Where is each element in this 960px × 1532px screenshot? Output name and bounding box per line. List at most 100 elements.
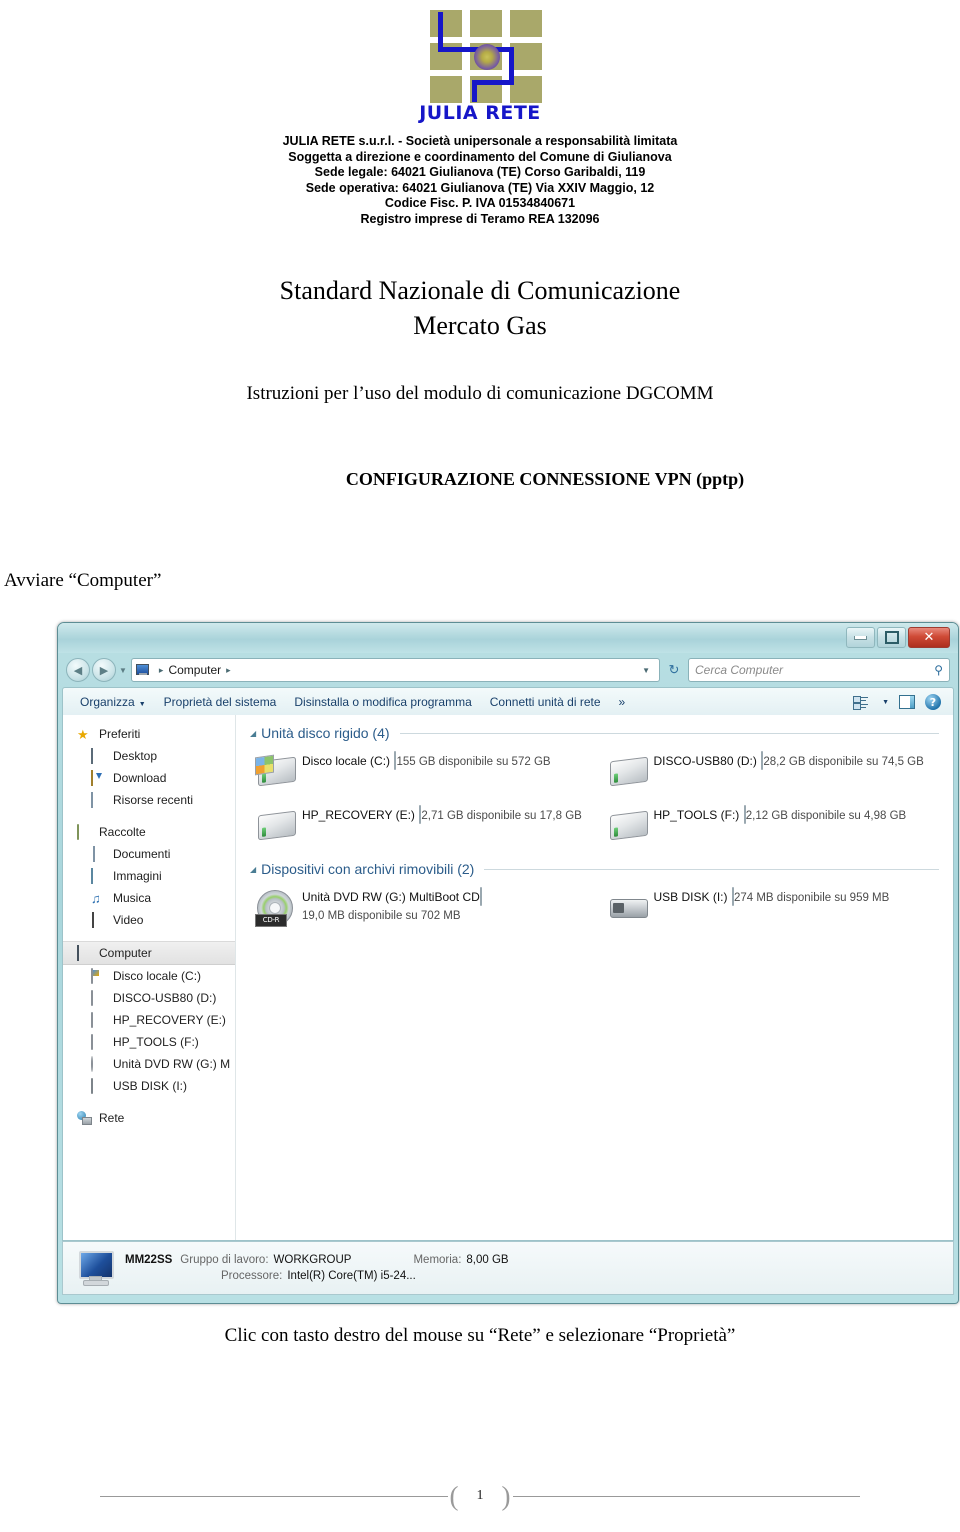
view-dropdown-icon[interactable]: ▼ <box>882 699 889 706</box>
search-box[interactable]: Cerca Computer ⚲ <box>688 658 950 682</box>
help-icon[interactable]: ? <box>925 694 941 710</box>
sidebar-label-hp-tools-f: HP_TOOLS (F:) <box>113 1035 199 1049</box>
drive-free-f: 2,12 GB disponibile su 4,98 GB <box>745 810 907 822</box>
sidebar-item-raccolte[interactable]: Raccolte <box>63 821 235 843</box>
documents-icon <box>91 845 107 862</box>
toolbar-overflow-button[interactable]: » <box>610 695 635 709</box>
drive-item-e[interactable]: HP_RECOVERY (E:) 2,71 GB disponibile su … <box>250 799 602 853</box>
window-controls: ✕ <box>846 627 950 648</box>
address-bar: ◀ ▶ ▼ ▸ Computer ▸ ▼ ↻ Cerca Computer ⚲ <box>58 653 958 687</box>
sidebar-item-preferiti[interactable]: ★ Preferiti <box>63 723 235 745</box>
instruction-footnote: Clic con tasto destro del mouse su “Rete… <box>224 1325 736 1346</box>
explorer-window: ✕ ◀ ▶ ▼ ▸ Computer ▸ ▼ ↻ Cerca Computer … <box>57 622 959 1304</box>
toolbar-item-organizza[interactable]: Organizza ▼ <box>71 695 155 709</box>
download-icon <box>91 769 107 786</box>
breadcrumb-separator-trailing[interactable]: ▸ <box>226 665 231 676</box>
group-header-removable[interactable]: ◢ Dispositivi con archivi rimovibili (2) <box>250 861 953 877</box>
sidebar-label-dvd-rw-g: Unità DVD RW (G:) M <box>113 1057 231 1071</box>
breadcrumb-separator-leading: ▸ <box>158 664 164 675</box>
sidebar-item-disco-usb80-d[interactable]: DISCO-USB80 (D:) <box>63 987 235 1009</box>
details-workgroup-label: Gruppo di lavoro: <box>180 1254 269 1266</box>
address-dropdown-icon[interactable]: ▼ <box>637 666 655 675</box>
video-icon <box>91 911 107 928</box>
company-line-3: Sede legale: 64021 Giulianova (TE) Corso… <box>314 165 646 179</box>
collapse-arrow-icon[interactable]: ◢ <box>250 865 256 874</box>
drive-free-d: 28,2 GB disponibile su 74,5 GB <box>763 756 924 768</box>
sidebar-item-hp-tools-f[interactable]: HP_TOOLS (F:) <box>63 1031 235 1053</box>
document-title: Standard Nazionale di Comunicazione Merc… <box>0 273 960 343</box>
sidebar-label-computer: Computer <box>99 946 152 960</box>
sidebar-item-risorse-recenti[interactable]: Risorse recenti <box>63 789 235 811</box>
drive-item-d[interactable]: DISCO-USB80 (D:) 28,2 GB disponibile su … <box>602 745 954 799</box>
command-toolbar: Organizza ▼ Proprietà del sistema Disinst… <box>62 687 954 716</box>
search-icon: ⚲ <box>934 663 943 677</box>
footer-rule-left <box>100 1495 448 1497</box>
drive-icon <box>254 805 298 845</box>
toolbar-item-proprieta-sistema[interactable]: Proprietà del sistema <box>155 695 286 709</box>
computer-monitor-icon <box>73 1249 117 1287</box>
details-memory-value: 8,00 GB <box>466 1254 509 1266</box>
content-pane: ◢ Unità disco rigido (4) Disco locale (C… <box>236 715 953 1240</box>
drive-item-f[interactable]: HP_TOOLS (F:) 2,12 GB disponibile su 4,9… <box>602 799 954 853</box>
toolbar-item-disinstalla[interactable]: Disinstalla o modifica programma <box>285 695 480 709</box>
sidebar-item-documenti[interactable]: Documenti <box>63 843 235 865</box>
group-rule <box>399 732 939 734</box>
breadcrumb-item-computer[interactable]: Computer <box>168 663 221 677</box>
details-computer-name: MM22SS <box>125 1254 173 1266</box>
sidebar-item-usb-disk-i[interactable]: USB DISK (I:) <box>63 1075 235 1097</box>
preview-pane-icon[interactable] <box>899 695 915 709</box>
sidebar-item-hp-recovery-e[interactable]: HP_RECOVERY (E:) <box>63 1009 235 1031</box>
sidebar-label-disco-usb80-d: DISCO-USB80 (D:) <box>113 991 217 1005</box>
back-button[interactable]: ◀ <box>66 658 90 682</box>
sidebar-item-immagini[interactable]: Immagini <box>63 865 235 887</box>
sidebar-label-risorse-recenti: Risorse recenti <box>113 793 194 807</box>
sidebar-label-immagini: Immagini <box>113 869 162 883</box>
drive-name-i: USB DISK (I:) <box>653 890 728 904</box>
sidebar-item-computer[interactable]: Computer <box>63 941 235 965</box>
drive-item-g[interactable]: CD-R Unità DVD RW (G:) MultiBoot CD 19,0… <box>250 881 602 935</box>
search-input[interactable]: Cerca Computer <box>695 663 934 677</box>
forward-button[interactable]: ▶ <box>92 658 116 682</box>
collapse-arrow-icon[interactable]: ◢ <box>250 729 256 738</box>
close-icon: ✕ <box>923 630 935 645</box>
drive-item-c[interactable]: Disco locale (C:) 155 GB disponibile su … <box>250 745 602 799</box>
drive-name-d: DISCO-USB80 (D:) <box>653 754 757 768</box>
sidebar-item-rete[interactable]: Rete <box>63 1107 235 1129</box>
document-title-line-2: Mercato Gas <box>413 311 547 340</box>
details-row-2: Processore: Intel(R) Core(TM) i5-24... <box>125 1268 509 1284</box>
details-processor-label: Processore: <box>221 1270 283 1282</box>
close-button[interactable]: ✕ <box>908 627 950 648</box>
sidebar-item-dvd-rw-g[interactable]: Unità DVD RW (G:) M <box>63 1053 235 1075</box>
explorer-body: ★ Preferiti Desktop Download Risorse rec… <box>62 715 954 1241</box>
sidebar-item-video[interactable]: Video <box>63 909 235 931</box>
drive-item-i[interactable]: USB DISK (I:) 274 MB disponibile su 959 … <box>602 881 954 935</box>
drive-icon <box>606 805 650 845</box>
breadcrumb-bar[interactable]: ▸ Computer ▸ ▼ <box>130 658 660 682</box>
sidebar-item-desktop[interactable]: Desktop <box>63 745 235 767</box>
history-dropdown-icon[interactable]: ▼ <box>119 666 127 675</box>
pictures-icon <box>91 867 107 884</box>
toolbar-item-connetti-unita-rete[interactable]: Connetti unità di rete <box>481 695 610 709</box>
sidebar-label-musica: Musica <box>113 891 152 905</box>
refresh-button[interactable]: ↻ <box>664 660 684 680</box>
group-header-hard-drives[interactable]: ◢ Unità disco rigido (4) <box>250 725 953 741</box>
logo-wordmark: JULIA RETE <box>419 102 541 124</box>
drive-name-c: Disco locale (C:) <box>302 754 391 768</box>
details-processor-value: Intel(R) Core(TM) i5-24... <box>287 1270 416 1282</box>
change-view-icon[interactable] <box>853 695 869 710</box>
sidebar-item-download[interactable]: Download <box>63 767 235 789</box>
drive-grid-removable: CD-R Unità DVD RW (G:) MultiBoot CD 19,0… <box>250 881 953 935</box>
libraries-icon <box>77 823 93 840</box>
sidebar-item-musica[interactable]: ♫ Musica <box>63 887 235 909</box>
drive-free-i: 274 MB disponibile su 959 MB <box>733 892 890 904</box>
star-icon: ★ <box>77 726 89 742</box>
toolbar-label-organizza: Organizza <box>80 695 135 709</box>
minimize-button[interactable] <box>846 627 875 648</box>
company-header: JULIA RETE s.u.r.l. - Società unipersona… <box>0 134 960 227</box>
computer-icon <box>77 944 93 961</box>
sidebar-label-desktop: Desktop <box>113 749 158 763</box>
sidebar-item-disco-locale-c[interactable]: Disco locale (C:) <box>63 965 235 987</box>
maximize-button[interactable] <box>877 627 906 648</box>
drive-name-f: HP_TOOLS (F:) <box>653 808 740 822</box>
sidebar-label-download: Download <box>113 771 167 785</box>
